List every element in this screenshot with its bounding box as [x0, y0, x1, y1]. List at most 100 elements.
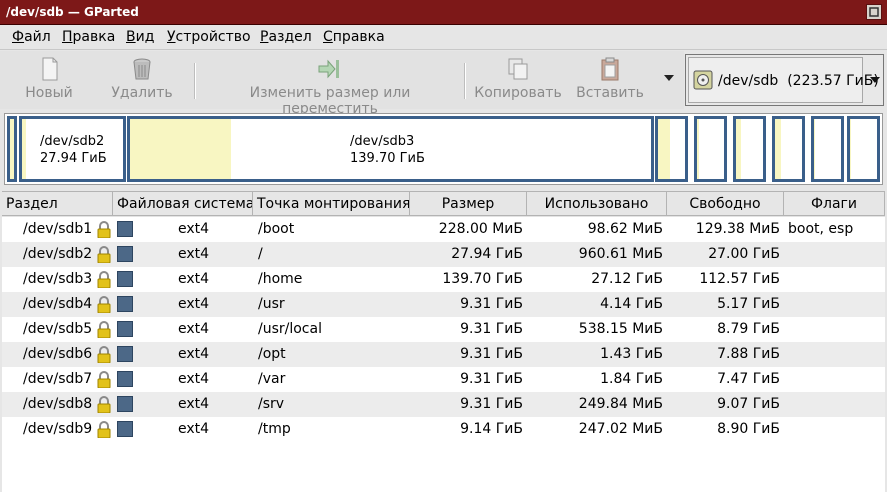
- mount-point: /home: [258, 271, 303, 287]
- partition-map: /dev/sdb2 27.94 ГиБ /dev/sdb3 139.70 ГиБ: [4, 113, 883, 185]
- mount-point: /usr/local: [258, 321, 322, 337]
- column-header-flags[interactable]: Флаги: [784, 191, 885, 216]
- filesystem-type: ext4: [178, 371, 210, 387]
- partition-size: 9.31 ГиБ: [460, 296, 523, 312]
- filesystem-type: ext4: [178, 221, 210, 237]
- column-header-size[interactable]: Размер: [410, 191, 527, 216]
- partition-size: 9.14 ГиБ: [460, 421, 523, 437]
- resize-move-button[interactable]: Изменить размер или переместить: [204, 55, 456, 117]
- lock-icon: [97, 221, 111, 238]
- copy-icon: [508, 58, 528, 80]
- partition-free: 27.00 ГиБ: [708, 246, 780, 262]
- new-document-icon: [42, 57, 58, 81]
- window-title: /dev/sdb — GParted: [6, 5, 139, 19]
- table-row[interactable]: /dev/sdb7 ext4/var 9.31 ГиБ 1.84 ГиБ 7.47 Ги…: [2, 367, 885, 392]
- mount-point: /opt: [258, 346, 286, 362]
- filesystem-color-swatch: [117, 296, 133, 312]
- partition-used: 4.14 ГиБ: [600, 296, 663, 312]
- partition-flags: boot, esp: [788, 221, 854, 237]
- filesystem-color-swatch: [117, 246, 133, 262]
- partition-size: 9.31 ГиБ: [460, 346, 523, 362]
- menu-view[interactable]: Вид: [126, 29, 154, 45]
- column-header-filesystem[interactable]: Файловая система: [113, 191, 253, 216]
- partition-used: 98.62 МиБ: [587, 221, 663, 237]
- mount-point: /var: [258, 371, 286, 387]
- partition-block-sdb9[interactable]: [847, 116, 880, 182]
- partition-used: 960.61 МиБ: [578, 246, 663, 262]
- maximize-button[interactable]: [866, 4, 882, 20]
- table-row[interactable]: /dev/sdb4 ext4/usr 9.31 ГиБ 4.14 ГиБ 5.17 Ги…: [2, 292, 885, 317]
- filesystem-type: ext4: [178, 396, 210, 412]
- mount-point: /usr: [258, 296, 285, 312]
- toolbar-separator: [194, 63, 196, 99]
- paste-button[interactable]: Вставить: [574, 55, 646, 105]
- partition-block-sdb2[interactable]: /dev/sdb2 27.94 ГиБ: [19, 116, 126, 182]
- partition-block-sdb6[interactable]: [733, 116, 766, 182]
- partition-size: 9.31 ГиБ: [460, 371, 523, 387]
- table-row[interactable]: /dev/sdb8 ext4/srv 9.31 ГиБ 249.84 МиБ 9.07 …: [2, 392, 885, 417]
- toolbar-separator: [464, 63, 466, 99]
- partition-name: /dev/sdb5: [23, 321, 93, 337]
- menu-device[interactable]: Устройство: [167, 29, 251, 45]
- partition-name: /dev/sdb2: [23, 246, 93, 262]
- delete-button[interactable]: Удалить: [108, 55, 176, 105]
- menu-partition[interactable]: Раздел: [260, 29, 312, 45]
- partition-used: 247.02 МиБ: [578, 421, 663, 437]
- partition-free: 5.17 ГиБ: [717, 296, 780, 312]
- table-row[interactable]: /dev/sdb9 ext4/tmp 9.14 ГиБ 247.02 МиБ 8.90 …: [2, 417, 885, 442]
- device-selector-field[interactable]: /dev/sdb (223.57 ГиБ): [688, 57, 879, 103]
- mount-point: /srv: [258, 396, 285, 412]
- filesystem-color-swatch: [117, 421, 133, 437]
- filesystem-color-swatch: [117, 346, 133, 362]
- partition-block-sdb4[interactable]: [655, 116, 688, 182]
- partition-used: 1.84 ГиБ: [600, 371, 663, 387]
- title-bar[interactable]: /dev/sdb — GParted: [0, 0, 887, 25]
- mount-point: /boot: [258, 221, 295, 237]
- filesystem-type: ext4: [178, 321, 210, 337]
- partition-name: /dev/sdb7: [23, 371, 93, 387]
- partition-size: 9.31 ГиБ: [460, 321, 523, 337]
- new-button[interactable]: Новый: [20, 55, 78, 105]
- table-row[interactable]: /dev/sdb1 ext4/boot 228.00 МиБ 98.62 МиБ 129…: [2, 217, 885, 242]
- menu-help[interactable]: Справка: [323, 29, 385, 45]
- filesystem-type: ext4: [178, 271, 210, 287]
- partition-block-sdb7[interactable]: [772, 116, 805, 182]
- lock-icon: [97, 296, 111, 313]
- lock-icon: [97, 371, 111, 388]
- column-header-used[interactable]: Использовано: [527, 191, 667, 216]
- device-selector[interactable]: /dev/sdb (223.57 ГиБ): [685, 54, 884, 106]
- partition-free: 7.47 ГиБ: [717, 371, 780, 387]
- partition-name: /dev/sdb6: [23, 346, 93, 362]
- partition-block-sdb5[interactable]: [694, 116, 727, 182]
- column-header-free[interactable]: Свободно: [667, 191, 784, 216]
- lock-icon: [97, 396, 111, 413]
- table-row[interactable]: /dev/sdb2 ext4 / 27.94 ГиБ 960.61 МиБ 27.00 Г…: [2, 242, 885, 267]
- partition-name: /dev/sdb3: [23, 271, 93, 287]
- column-header-mountpoint[interactable]: Точка монтирования: [253, 191, 410, 216]
- partition-block-info: /dev/sdb3 139.70 ГиБ: [350, 134, 425, 166]
- partition-free: 9.07 ГиБ: [717, 396, 780, 412]
- partition-block-sdb3[interactable]: /dev/sdb3 139.70 ГиБ: [127, 116, 654, 182]
- menu-edit[interactable]: Правка: [62, 29, 115, 45]
- partition-free: 8.79 ГиБ: [717, 321, 780, 337]
- table-row[interactable]: /dev/sdb5 ext4/usr/local 9.31 ГиБ 538.15 Ми…: [2, 317, 885, 342]
- partition-name: /dev/sdb9: [23, 421, 93, 437]
- menu-file[interactable]: Файл: [12, 29, 51, 45]
- partition-block-sdb1[interactable]: [7, 116, 17, 182]
- filesystem-type: ext4: [178, 246, 210, 262]
- toolbar: Новый Удалить Изменить размер или переме…: [0, 51, 684, 117]
- hard-disk-icon: [693, 70, 713, 90]
- table-row[interactable]: /dev/sdb3 ext4/home 139.70 ГиБ 27.12 ГиБ 112…: [2, 267, 885, 292]
- chevron-down-icon[interactable]: [870, 77, 880, 83]
- maximize-icon: [869, 7, 879, 17]
- filesystem-type: ext4: [178, 296, 210, 312]
- column-header-partition[interactable]: Раздел: [2, 191, 113, 216]
- toolbar-overflow-arrow-icon[interactable]: [664, 75, 674, 81]
- copy-button[interactable]: Копировать: [474, 55, 562, 105]
- partition-size: 228.00 МиБ: [438, 221, 523, 237]
- partition-block-sdb8[interactable]: [811, 116, 844, 182]
- filesystem-type: ext4: [178, 421, 210, 437]
- lock-icon: [97, 271, 111, 288]
- menu-bar: Файл Правка Вид Устройство Раздел Справк…: [0, 25, 887, 50]
- table-row[interactable]: /dev/sdb6 ext4/opt 9.31 ГиБ 1.43 ГиБ 7.88 Ги…: [2, 342, 885, 367]
